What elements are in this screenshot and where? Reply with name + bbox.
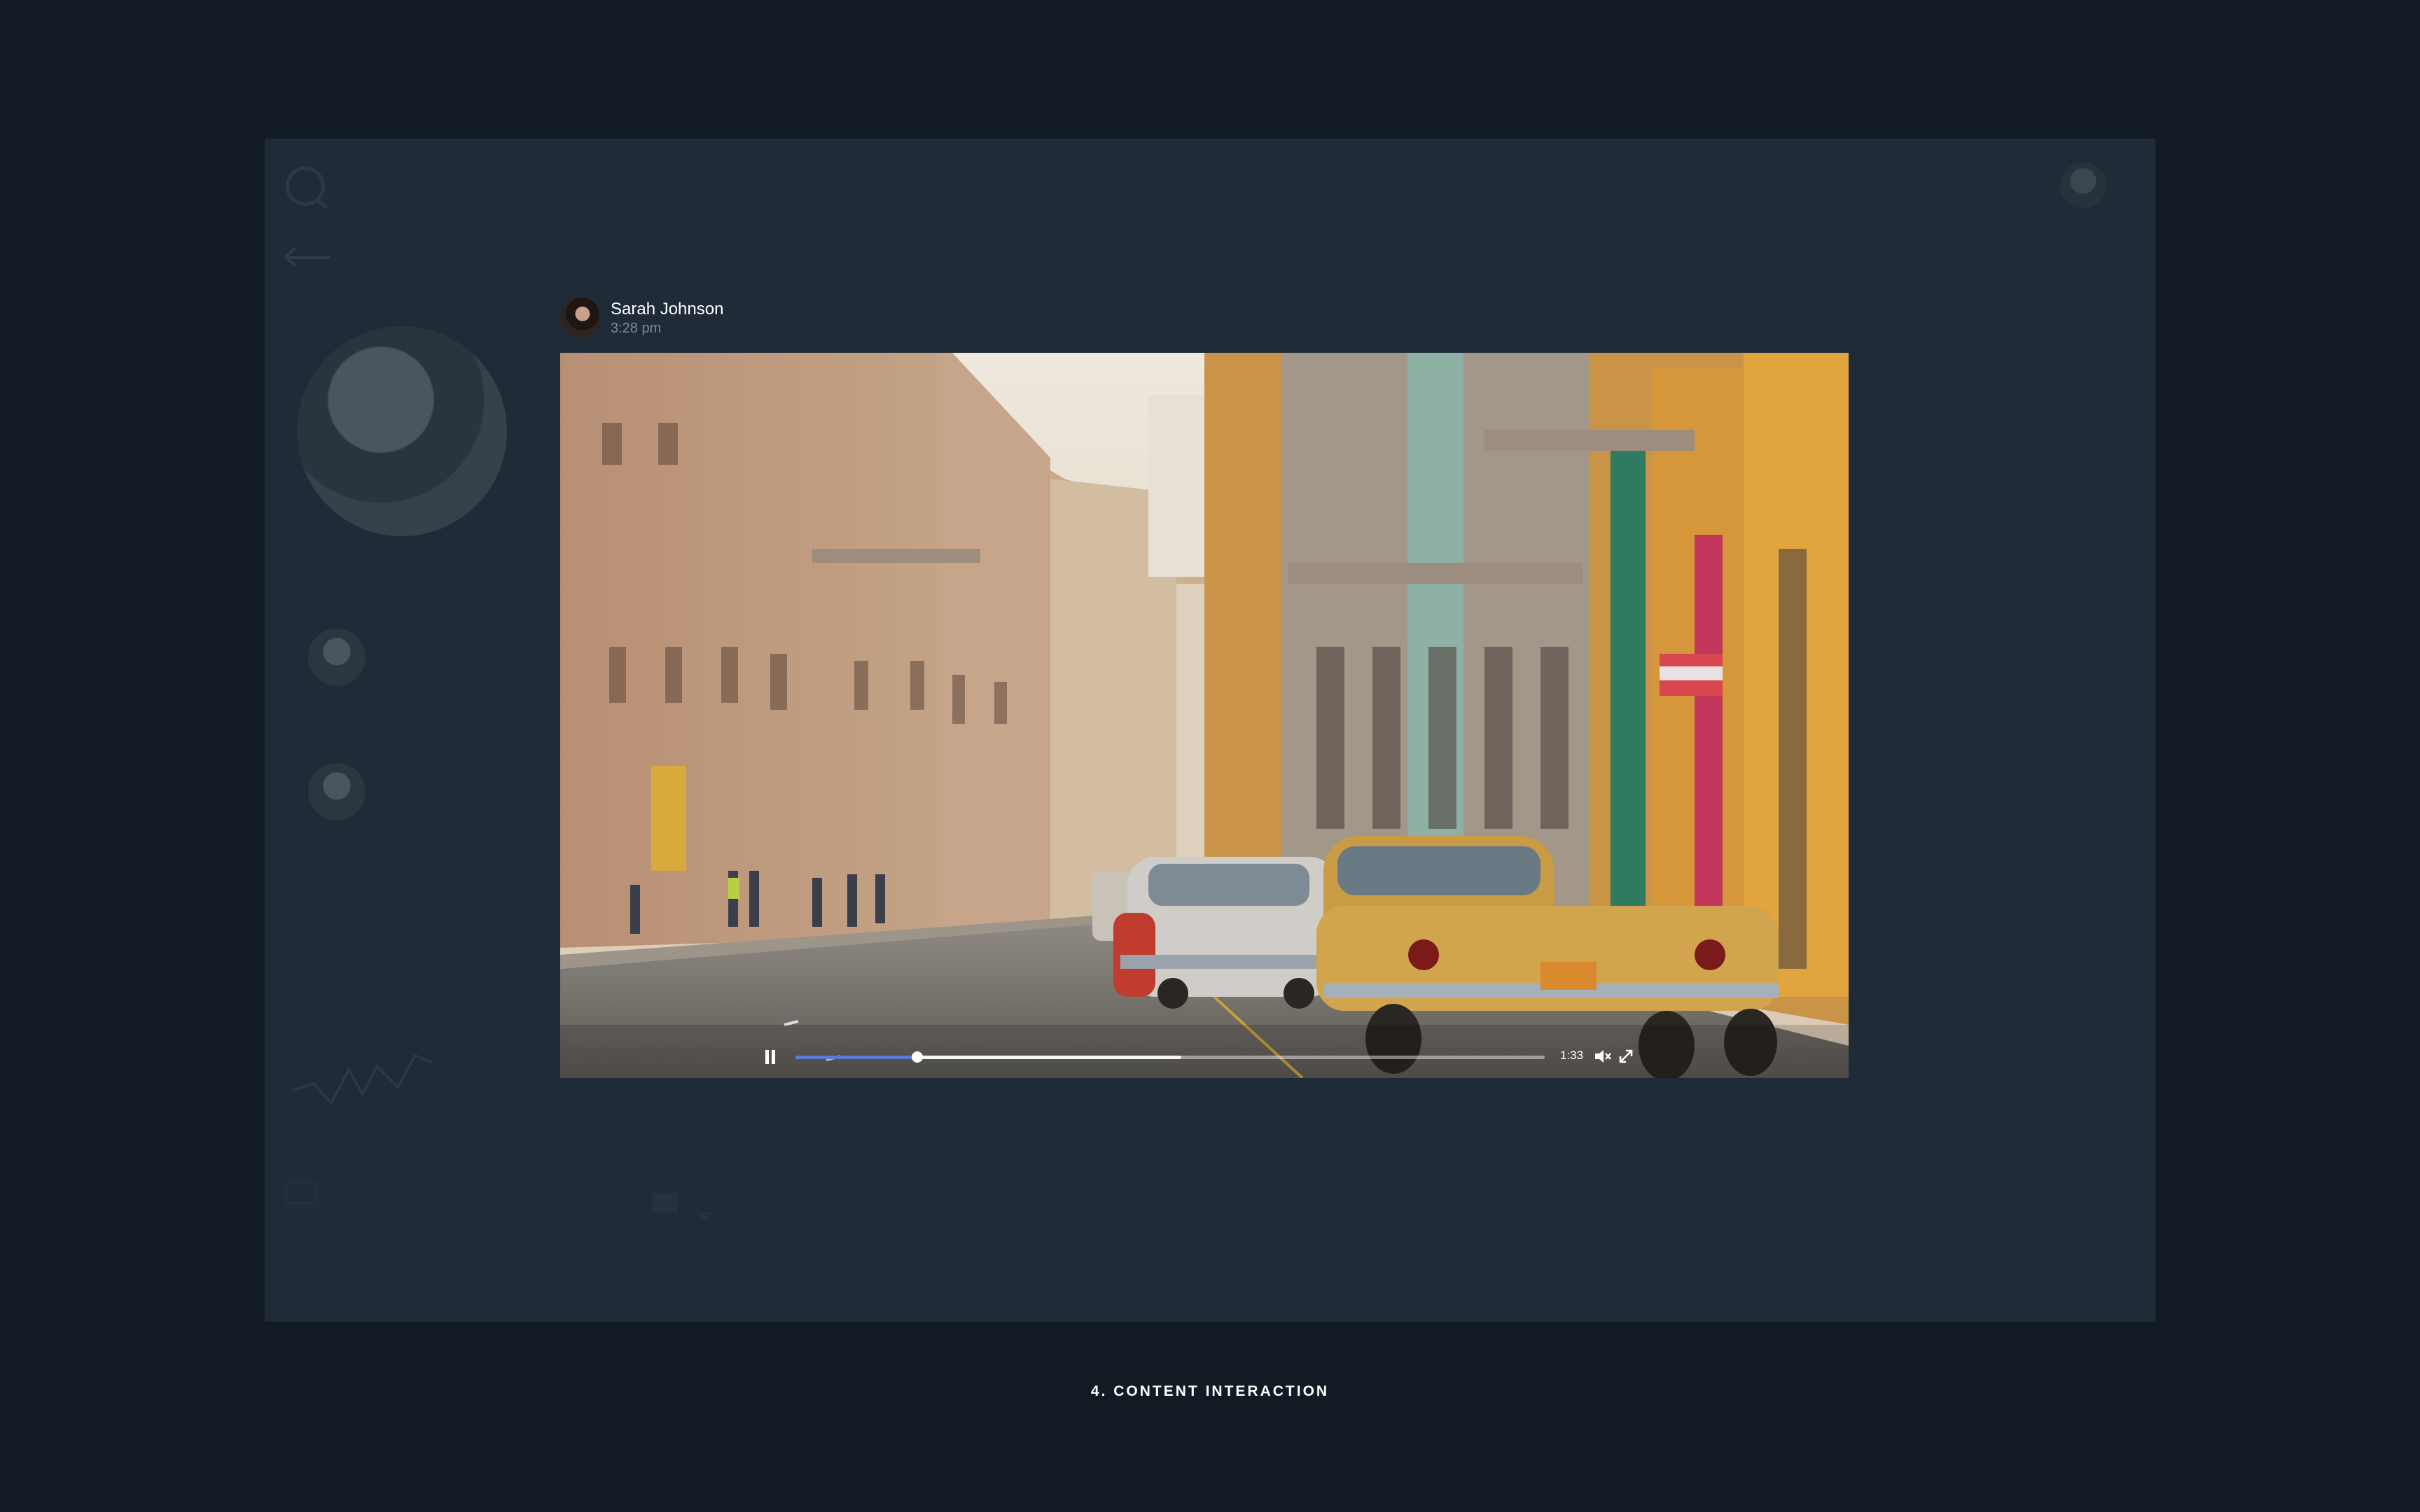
- played-progress: [795, 1056, 918, 1059]
- sparkline-chart: [293, 1054, 433, 1106]
- post-timestamp: 3:28 pm: [611, 321, 662, 336]
- logo-icon: [286, 167, 325, 206]
- profile-avatar: [297, 326, 507, 536]
- video-player[interactable]: 1:33: [560, 353, 1849, 1078]
- volume-icon[interactable]: [1594, 1049, 1612, 1064]
- slide-caption: 4. CONTENT INTERACTION: [1090, 1383, 1330, 1399]
- author-avatar[interactable]: [560, 297, 601, 337]
- time-display: 1:33: [1560, 1049, 1584, 1062]
- fullscreen-icon[interactable]: [1618, 1048, 1634, 1065]
- user-avatar: [2060, 162, 2106, 209]
- author-name[interactable]: Sarah Johnson: [611, 300, 723, 319]
- app-topbar: [265, 139, 2155, 230]
- contact-avatar: [308, 629, 366, 686]
- back-arrow-icon: [288, 256, 331, 259]
- period-select: [286, 1182, 317, 1204]
- video-controls: 1:33: [560, 1036, 1849, 1078]
- progress-scrubber-handle[interactable]: [912, 1051, 924, 1063]
- contact-avatar: [308, 763, 366, 820]
- video-frame: [560, 353, 1849, 1078]
- progress-bar[interactable]: [795, 1051, 1545, 1063]
- pause-icon[interactable]: [765, 1050, 776, 1064]
- date-tooltip: [653, 1193, 713, 1221]
